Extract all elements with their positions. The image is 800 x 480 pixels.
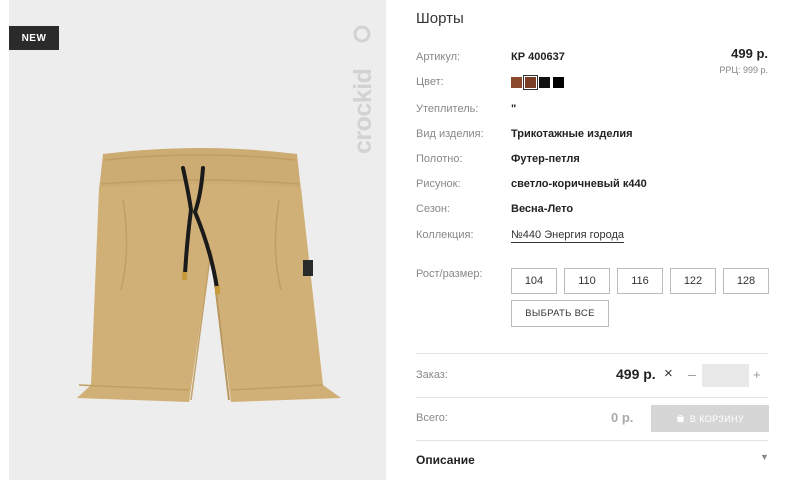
order-price: 499 р.: [616, 366, 656, 382]
color-swatch-selected[interactable]: [523, 75, 538, 90]
product-title: Шорты: [416, 10, 464, 27]
multiply-icon: ×: [664, 365, 673, 382]
type-label: Вид изделия:: [416, 128, 484, 140]
size-button-104[interactable]: 104: [511, 268, 557, 294]
collection-link[interactable]: №440 Энергия города: [511, 229, 625, 243]
size-button-122[interactable]: 122: [670, 268, 716, 294]
size-label: Рост/размер:: [416, 268, 483, 280]
season-label: Сезон:: [416, 203, 450, 215]
color-swatch[interactable]: [511, 77, 522, 88]
size-button-128[interactable]: 128: [723, 268, 769, 294]
quantity-input[interactable]: [702, 364, 749, 387]
season-value: Весна-Лето: [511, 203, 574, 215]
insulation-value: ": [511, 103, 517, 115]
divider: [416, 440, 768, 441]
svg-text:crockid: crockid: [349, 69, 377, 154]
add-to-cart-label: В КОРЗИНУ: [689, 413, 745, 424]
divider: [416, 397, 768, 398]
product-image: NEW crockid: [9, 0, 386, 480]
color-swatch[interactable]: [539, 77, 550, 88]
collection-label: Коллекция:: [416, 229, 474, 241]
shorts-illustration: [77, 148, 341, 402]
fabric-label: Полотно:: [416, 153, 463, 165]
color-label: Цвет:: [416, 76, 444, 88]
total-value: 0 р.: [611, 410, 634, 425]
size-button-110[interactable]: 110: [564, 268, 610, 294]
article-value: КР 400637: [511, 51, 565, 63]
new-badge: NEW: [9, 26, 59, 50]
pattern-value: светло-коричневый к440: [511, 178, 647, 190]
chevron-down-icon[interactable]: ▼: [760, 452, 769, 462]
crockid-logo: crockid: [349, 25, 377, 154]
increment-button[interactable]: +: [753, 367, 761, 382]
color-swatch[interactable]: [553, 77, 564, 88]
recommended-price: РРЦ: 999 р.: [719, 65, 768, 75]
order-label: Заказ:: [416, 369, 448, 381]
add-to-cart-button[interactable]: В КОРЗИНУ: [651, 405, 769, 432]
basket-icon: [676, 414, 685, 423]
divider: [416, 353, 768, 354]
fabric-value: Футер-петля: [511, 153, 580, 165]
description-toggle[interactable]: Описание: [416, 453, 475, 467]
collection-link-wrap: №440 Энергия города: [511, 229, 625, 243]
type-value: Трикотажные изделия: [511, 128, 633, 140]
decrement-button[interactable]: –: [688, 366, 696, 382]
select-all-button[interactable]: ВЫБРАТЬ ВСЕ: [511, 300, 609, 327]
product-price: 499 р.: [731, 46, 768, 61]
size-selector: 104 110 116 122 128: [511, 268, 769, 294]
color-swatches: [511, 75, 564, 90]
article-label: Артикул:: [416, 51, 461, 63]
total-label: Всего:: [416, 412, 448, 424]
pattern-label: Рисунок:: [416, 178, 461, 190]
size-button-116[interactable]: 116: [617, 268, 663, 294]
insulation-label: Утеплитель:: [416, 103, 479, 115]
